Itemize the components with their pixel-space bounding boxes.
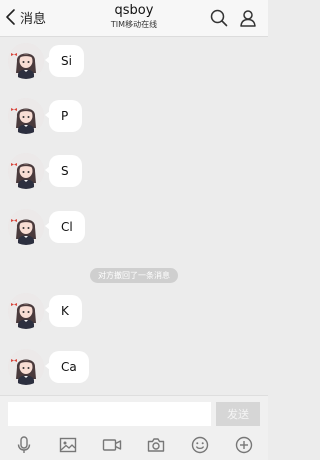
send-button[interactable]: 发送 xyxy=(216,402,260,426)
chevron-left-icon xyxy=(6,9,15,25)
composer-bar: 发送 xyxy=(0,395,268,430)
search-icon xyxy=(210,9,228,27)
chat-title-block: qsboy TIM移动在线 xyxy=(60,3,208,30)
system-notice-row: 对方撤回了一条消息 xyxy=(0,263,268,283)
emoji-icon xyxy=(191,436,209,454)
avatar[interactable] xyxy=(8,293,44,329)
girl-avatar-icon xyxy=(8,43,44,79)
message-bubble[interactable]: S xyxy=(45,155,82,187)
voice-button[interactable] xyxy=(14,435,34,455)
message-bubble[interactable]: K xyxy=(45,295,82,327)
search-button[interactable] xyxy=(209,8,229,28)
message-list[interactable]: Si P S Cl 对方撤回了一条消息 K Ca xyxy=(0,37,268,393)
avatar[interactable] xyxy=(8,349,44,385)
profile-button[interactable] xyxy=(238,8,258,28)
message-row: Ca xyxy=(0,349,268,385)
girl-avatar-icon xyxy=(8,349,44,385)
emoji-button[interactable] xyxy=(190,435,210,455)
chat-title: qsboy xyxy=(114,3,154,18)
message-row: Cl xyxy=(0,209,268,245)
avatar[interactable] xyxy=(8,43,44,79)
message-bubble[interactable]: Ca xyxy=(45,351,89,383)
video-icon xyxy=(102,439,122,451)
recall-notice: 对方撤回了一条消息 xyxy=(90,268,178,283)
plus-icon xyxy=(235,436,253,454)
message-row: S xyxy=(0,153,268,189)
avatar[interactable] xyxy=(8,153,44,189)
message-row: K xyxy=(0,293,268,329)
message-bubble[interactable]: P xyxy=(45,100,82,132)
girl-avatar-icon xyxy=(8,153,44,189)
message-input[interactable] xyxy=(8,402,211,426)
back-label: 消息 xyxy=(20,11,47,27)
camera-button[interactable] xyxy=(146,435,166,455)
photo-button[interactable] xyxy=(58,435,78,455)
girl-avatar-icon xyxy=(8,98,44,134)
contact-icon xyxy=(240,10,256,27)
presence-status: TIM移动在线 xyxy=(110,20,158,29)
video-button[interactable] xyxy=(102,435,122,455)
message-row: P xyxy=(0,98,268,134)
girl-avatar-icon xyxy=(8,209,44,245)
girl-avatar-icon xyxy=(8,293,44,329)
microphone-icon xyxy=(17,436,31,453)
more-button[interactable] xyxy=(234,435,254,455)
top-bar: 消息 qsboy TIM移动在线 xyxy=(0,0,268,37)
back-button[interactable]: 消息 xyxy=(4,7,46,27)
message-row: Si xyxy=(0,43,268,79)
composer-toolbar xyxy=(0,430,268,460)
avatar[interactable] xyxy=(8,98,44,134)
image-icon xyxy=(59,437,77,453)
message-bubble[interactable]: Cl xyxy=(45,211,85,243)
message-bubble[interactable]: Si xyxy=(45,45,84,77)
camera-icon xyxy=(147,438,165,452)
avatar[interactable] xyxy=(8,209,44,245)
